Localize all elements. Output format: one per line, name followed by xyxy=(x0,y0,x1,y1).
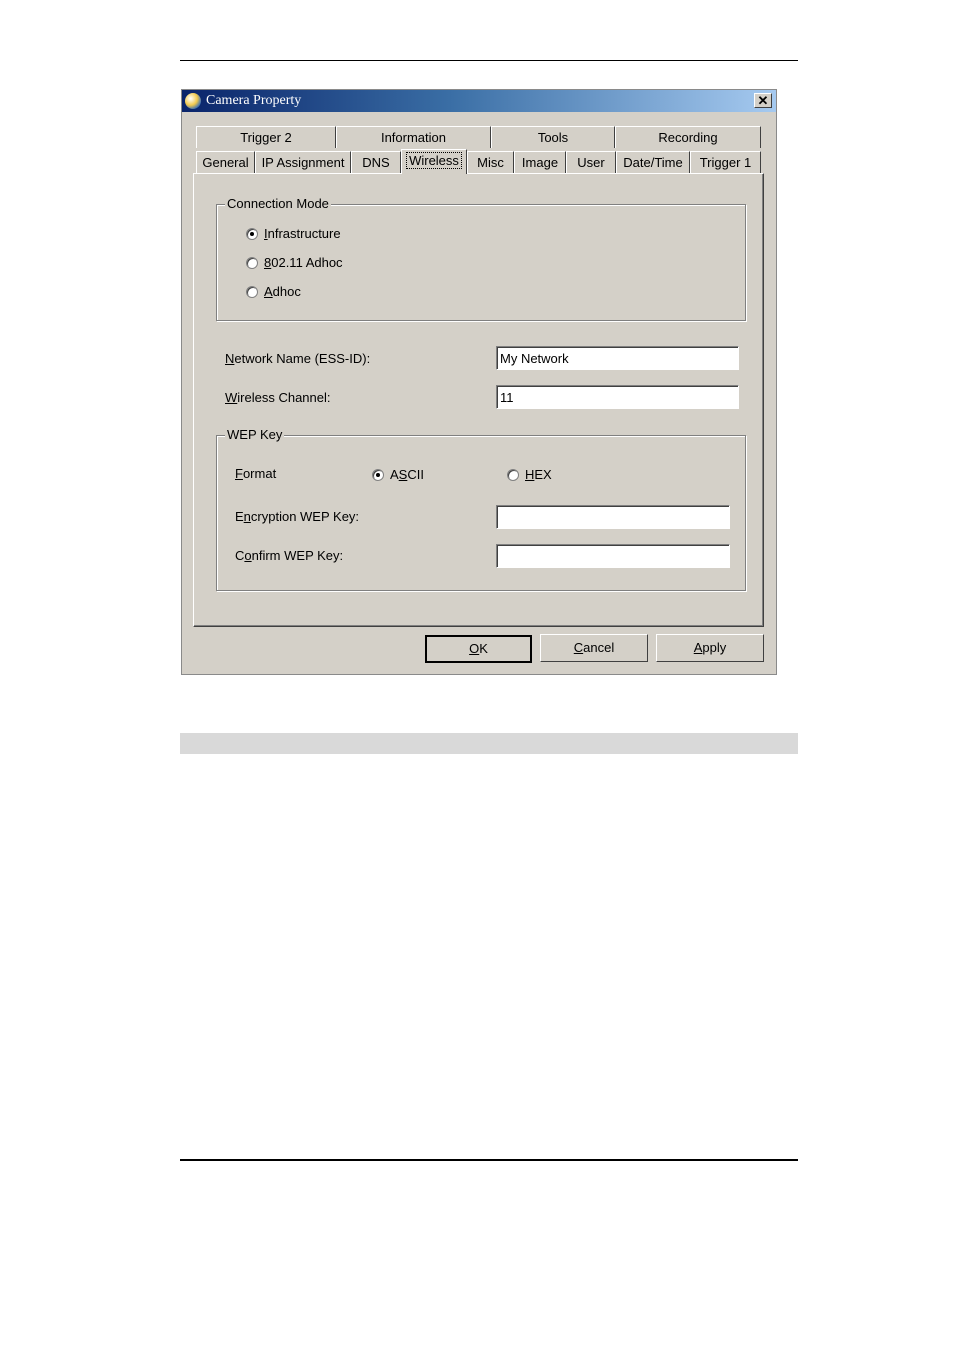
radio-80211-adhoc[interactable]: 802.11 Adhoc xyxy=(246,255,343,270)
tab-label: Information xyxy=(380,130,447,145)
camera-property-dialog: Camera Property ✕ Trigger 2 Information … xyxy=(181,89,777,675)
page-bottom-rule xyxy=(180,1159,798,1161)
title-bar[interactable]: Camera Property ✕ xyxy=(182,90,776,112)
tab-label: Tools xyxy=(537,130,569,145)
tab-tools[interactable]: Tools xyxy=(491,126,615,148)
wireless-settings-panel: Connection Mode Infrastructure 802.11 Ad… xyxy=(193,173,764,627)
window-title: Camera Property xyxy=(206,93,302,108)
tab-label: Trigger 2 xyxy=(240,130,292,145)
ok-button[interactable]: OK xyxy=(425,635,532,663)
tab-label: User xyxy=(577,155,605,170)
tab-label: Wireless xyxy=(406,152,462,169)
radio-checked-icon xyxy=(372,468,384,481)
page-top-rule xyxy=(180,60,798,61)
confirm-wep-key-label: Confirm WEP Key: xyxy=(235,548,344,563)
tab-label: DNS xyxy=(362,155,390,170)
network-name-input[interactable] xyxy=(496,346,739,370)
radio-unchecked-icon xyxy=(246,285,258,298)
tab-label: Misc xyxy=(477,155,504,170)
tab-information[interactable]: Information xyxy=(336,126,491,148)
radio-adhoc[interactable]: Adhoc xyxy=(246,284,301,299)
tab-trigger-2[interactable]: Trigger 2 xyxy=(196,126,336,148)
tab-ip-assignment[interactable]: IP Assignment xyxy=(255,151,351,173)
wep-key-legend: WEP Key xyxy=(225,427,285,442)
tab-recording[interactable]: Recording xyxy=(615,126,761,148)
tab-wireless[interactable]: Wireless xyxy=(401,149,467,174)
connection-mode-group: Connection Mode Infrastructure 802.11 Ad… xyxy=(216,196,746,321)
encryption-wep-key-label: Encryption WEP Key: xyxy=(235,509,360,524)
radio-label: ASCII xyxy=(390,467,424,482)
tab-image[interactable]: Image xyxy=(514,151,566,173)
app-icon xyxy=(185,93,201,109)
close-button[interactable]: ✕ xyxy=(754,93,772,108)
section-gray-bar xyxy=(180,733,798,754)
tab-label: IP Assignment xyxy=(261,155,345,170)
tab-label: Image xyxy=(521,155,559,170)
tab-date-time[interactable]: Date/Time xyxy=(616,151,690,173)
network-name-label: Network Name (ESS-ID): xyxy=(225,351,371,366)
radio-label: 802.11 Adhoc xyxy=(264,255,343,270)
connection-mode-legend: Connection Mode xyxy=(225,196,331,211)
radio-label: HEX xyxy=(525,467,552,482)
tab-label: Recording xyxy=(658,130,718,145)
tab-label: General xyxy=(202,155,249,170)
tab-user[interactable]: User xyxy=(566,151,616,173)
wireless-channel-input[interactable] xyxy=(496,385,739,409)
tab-misc[interactable]: Misc xyxy=(467,151,514,173)
tab-label: Date/Time xyxy=(623,155,683,170)
radio-infrastructure[interactable]: Infrastructure xyxy=(246,226,341,241)
radio-label: Infrastructure xyxy=(264,226,341,241)
radio-unchecked-icon xyxy=(507,468,519,481)
format-label: Format xyxy=(235,466,277,481)
wireless-channel-label: Wireless Channel: xyxy=(225,390,331,405)
confirm-wep-key-input[interactable] xyxy=(496,544,730,568)
cancel-button[interactable]: Cancel xyxy=(540,634,648,662)
radio-label: Adhoc xyxy=(264,284,301,299)
tab-label: Trigger 1 xyxy=(699,155,752,170)
radio-ascii[interactable]: ASCII xyxy=(372,467,424,482)
tab-dns[interactable]: DNS xyxy=(351,151,401,173)
wep-key-group: WEP Key Format ASCII HEX Encryption WEP … xyxy=(216,427,746,591)
radio-hex[interactable]: HEX xyxy=(507,467,552,482)
tab-general[interactable]: General xyxy=(196,151,255,173)
apply-button[interactable]: Apply xyxy=(656,634,764,662)
radio-unchecked-icon xyxy=(246,256,258,269)
encryption-wep-key-input[interactable] xyxy=(496,505,730,529)
tab-trigger-1[interactable]: Trigger 1 xyxy=(690,151,761,173)
radio-checked-icon xyxy=(246,227,258,240)
